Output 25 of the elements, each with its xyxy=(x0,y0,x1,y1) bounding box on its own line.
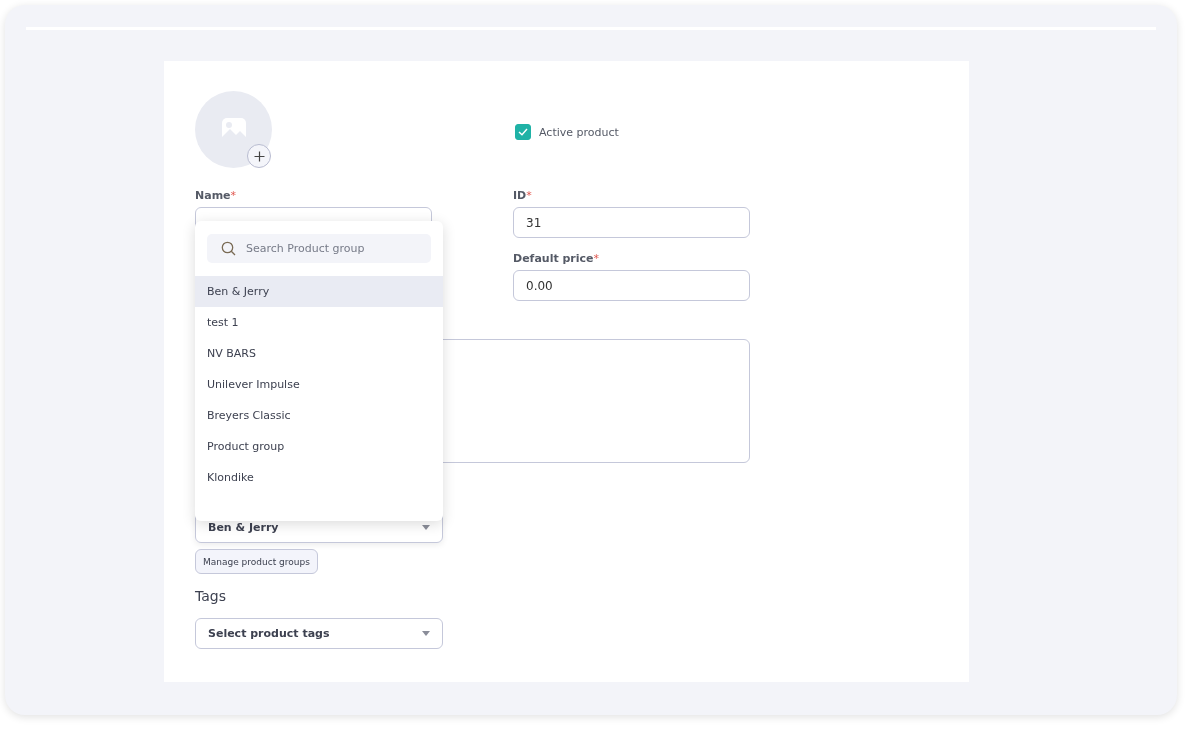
dropdown-option[interactable]: Breyers Classic xyxy=(195,400,443,431)
tags-select[interactable]: Select product tags xyxy=(195,618,443,649)
field-label: Default price* xyxy=(513,252,601,265)
plus-icon xyxy=(253,150,265,162)
search-input[interactable]: Search Product group xyxy=(244,241,428,256)
field-label: Name* xyxy=(195,189,238,202)
checkbox-label: Active product xyxy=(539,125,619,139)
dropdown-option[interactable]: Klondike xyxy=(195,462,443,493)
section-title: Tags xyxy=(195,588,227,606)
add-image-button[interactable] xyxy=(247,144,271,168)
checkbox[interactable] xyxy=(515,124,531,140)
search-field[interactable]: Search Product group xyxy=(207,234,431,263)
check-icon xyxy=(518,128,528,136)
dropdown-option[interactable]: Product group xyxy=(195,431,443,462)
dropdown-option[interactable]: Unilever Impulse xyxy=(195,369,443,400)
field-label: ID* xyxy=(513,189,533,202)
id-field[interactable]: 31 xyxy=(513,207,750,238)
dropdown-option[interactable]: Ben & Jerry xyxy=(195,276,443,307)
price-field[interactable]: 0.00 xyxy=(513,270,750,301)
search-icon xyxy=(221,241,236,256)
dropdown-option[interactable]: test 1 xyxy=(195,307,443,338)
dropdown-option[interactable]: NV BARS xyxy=(195,338,443,369)
manage-groups-button[interactable]: Manage product groups xyxy=(195,549,318,574)
caret-icon xyxy=(422,525,430,530)
caret-icon xyxy=(422,631,430,636)
